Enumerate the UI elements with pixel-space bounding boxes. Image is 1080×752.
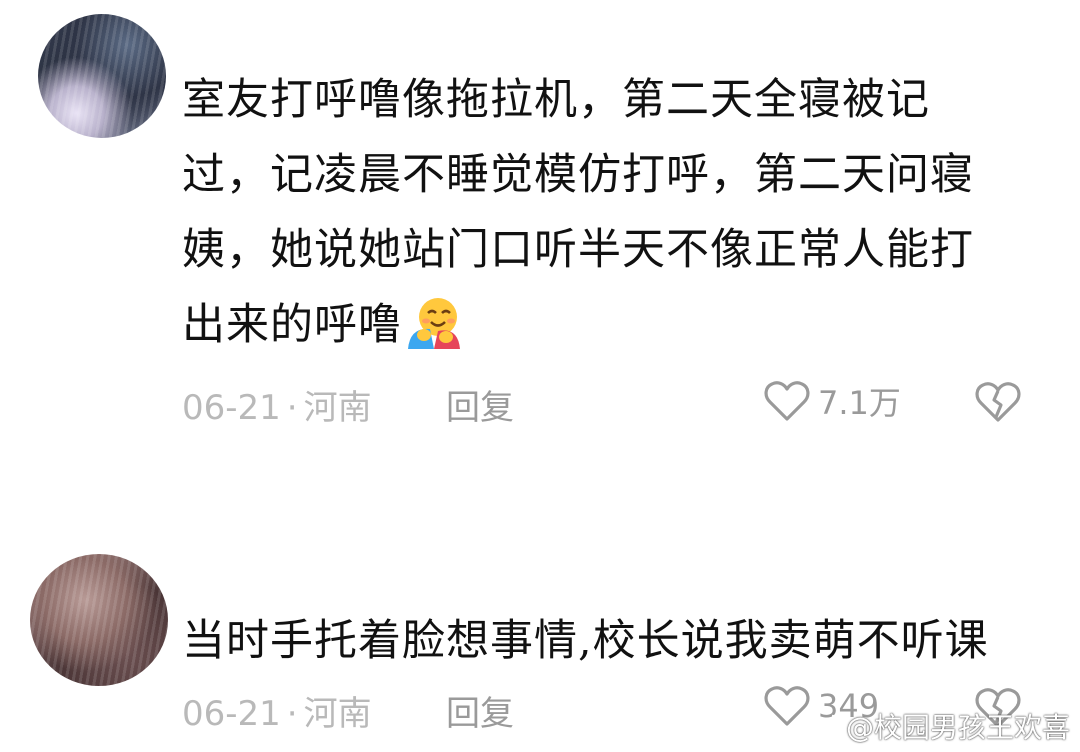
broken-heart-icon[interactable] [974, 380, 1022, 424]
comment-location: 河南 [303, 694, 372, 734]
like-button[interactable]: 7.1万 [764, 378, 901, 424]
meta-separator: · [286, 694, 298, 734]
heart-icon [764, 686, 810, 726]
comment-text: 室友打呼噜像拖拉机，第二天全寝被记过，记凌晨不睡觉模仿打呼，第二天问寝姨，她说她… [182, 63, 1012, 363]
reply-button[interactable]: 回复 [446, 380, 514, 429]
watermark-text: @校园男孩王欢喜 [845, 711, 1070, 744]
watermark: @校园男孩王欢喜 [808, 706, 1070, 746]
comment-location: 河南 [303, 388, 372, 428]
comment-meta: 06-21 · 河南 [182, 380, 372, 429]
hugging-face-emoji [408, 298, 460, 349]
comment-meta: 06-21 · 河南 [182, 686, 372, 735]
weibo-logo-icon [808, 714, 841, 740]
like-count: 7.1万 [818, 384, 901, 422]
avatar[interactable] [38, 14, 166, 138]
comment-date: 06-21 [182, 694, 281, 734]
avatar[interactable] [30, 554, 168, 686]
meta-separator: · [286, 388, 298, 428]
comment-body: 室友打呼噜像拖拉机，第二天全寝被记过，记凌晨不睡觉模仿打呼，第二天问寝姨，她说她… [182, 75, 974, 350]
reply-button[interactable]: 回复 [446, 686, 514, 735]
heart-icon [764, 381, 810, 421]
comment-text: 当时手托着脸想事情,校长说我卖萌不听课 [182, 616, 989, 666]
comment-date: 06-21 [182, 388, 281, 428]
